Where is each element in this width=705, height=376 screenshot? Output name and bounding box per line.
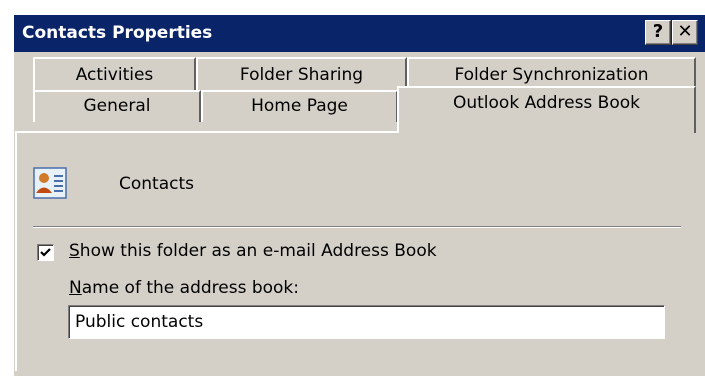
tab-home-page[interactable]: Home Page xyxy=(201,90,398,122)
separator-highlight xyxy=(33,227,681,228)
label-text: how this folder as an e-mail Address Boo… xyxy=(79,241,437,261)
tab-outlook-address-book[interactable]: Outlook Address Book xyxy=(397,86,696,133)
show-address-book-label[interactable]: Show this folder as an e-mail Address Bo… xyxy=(69,241,437,261)
folder-name: Contacts xyxy=(119,174,194,194)
tab-activities[interactable]: Activities xyxy=(33,57,196,92)
show-address-book-checkbox[interactable] xyxy=(37,244,54,261)
title-bar[interactable]: Contacts Properties ? ✕ xyxy=(14,15,705,52)
tab-folder-sharing[interactable]: Folder Sharing xyxy=(196,57,407,92)
accelerator-key: N xyxy=(69,278,82,298)
contacts-card-icon xyxy=(33,166,67,200)
close-icon: ✕ xyxy=(677,21,693,42)
dialog-title: Contacts Properties xyxy=(22,23,213,43)
tab-general[interactable]: General xyxy=(33,90,201,122)
address-book-name-label: Name of the address book: xyxy=(69,278,299,298)
label-text: ame of the address book: xyxy=(81,278,300,298)
accelerator-key: S xyxy=(69,241,80,261)
checkmark-icon xyxy=(40,248,51,257)
address-book-name-input[interactable] xyxy=(68,305,665,339)
help-button[interactable]: ? xyxy=(645,20,671,45)
close-button[interactable]: ✕ xyxy=(672,20,698,45)
